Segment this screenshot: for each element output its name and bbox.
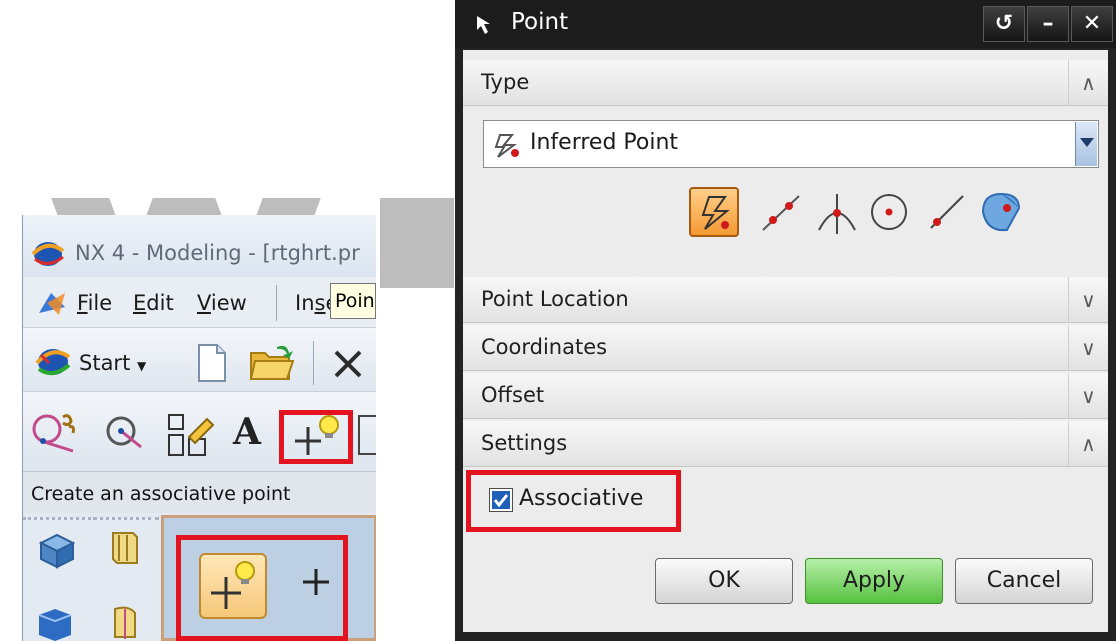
menu-separator (276, 285, 277, 321)
minimize-button[interactable]: – (1027, 6, 1069, 42)
section-offset-label: Offset (481, 383, 545, 407)
menu-view[interactable]: View (197, 291, 247, 315)
end-point-icon[interactable] (923, 190, 967, 234)
chevron-up-icon[interactable]: ∧ (1068, 421, 1108, 467)
nx-logo-icon (31, 242, 65, 266)
dropdown-arrow-icon[interactable] (1075, 122, 1097, 166)
revolve-icon[interactable] (105, 603, 145, 641)
ok-button[interactable]: OK (655, 558, 793, 604)
dialog-title: Point (511, 9, 569, 35)
status-text: Create an associative point (31, 483, 291, 505)
toolbar-separator (313, 341, 314, 385)
extrude-icon[interactable] (105, 527, 145, 569)
arc-center-icon[interactable] (867, 190, 911, 234)
resource-grip-2 (93, 517, 159, 520)
point-dialog: Point ↺ – ✕ Type ∧ Inferred Point Point … (455, 0, 1116, 641)
resource-grip (23, 517, 91, 520)
menu-edit[interactable]: Edit (133, 291, 174, 315)
highlight-point-tool (176, 535, 348, 641)
chevron-down-icon[interactable]: ∨ (1068, 277, 1108, 323)
type-dropdown[interactable]: Inferred Point (483, 120, 1099, 168)
section-settings-label: Settings (481, 431, 568, 455)
highlight-associative (466, 470, 681, 532)
nx-title: NX 4 - Modeling - [rtghrt.pr (75, 241, 360, 265)
section-type-label: Type (481, 70, 530, 94)
chevron-down-icon[interactable]: ∨ (1068, 325, 1108, 371)
inferred-point-option[interactable] (689, 187, 739, 237)
reset-button[interactable]: ↺ (983, 6, 1025, 42)
new-file-icon[interactable] (195, 343, 229, 383)
menu-logo-icon (39, 293, 65, 315)
circle-constraint-icon[interactable] (29, 411, 85, 461)
cancel-button[interactable]: Cancel (955, 558, 1093, 604)
text-icon[interactable]: A (233, 411, 261, 453)
rectangle-icon[interactable] (358, 415, 376, 455)
highlight-point-toolbar (279, 410, 353, 464)
section-type[interactable]: Type ∧ (463, 60, 1108, 106)
section-offset[interactable]: Offset ∨ (463, 373, 1108, 419)
section-point-location-label: Point Location (481, 287, 629, 311)
dialog-body: Type ∧ Inferred Point Point Location ∨ C… (463, 50, 1108, 632)
section-settings[interactable]: Settings ∧ (463, 421, 1108, 467)
chevron-down-icon[interactable]: ∨ (1068, 373, 1108, 419)
sketch-edit-icon[interactable] (167, 413, 215, 461)
point-on-curve-icon[interactable] (759, 190, 803, 234)
arc-icon[interactable] (103, 413, 147, 459)
inferred-point-icon (494, 134, 519, 158)
chevron-up-icon[interactable]: ∧ (1068, 60, 1108, 106)
section-coordinates-label: Coordinates (481, 335, 608, 359)
section-point-location[interactable]: Point Location ∨ (463, 277, 1108, 323)
start-menu-button[interactable]: Start ▼ (79, 351, 146, 375)
open-folder-icon[interactable] (249, 343, 295, 383)
tooltip: Point (330, 283, 376, 319)
dialog-cursor-icon (477, 16, 490, 34)
close-icon[interactable] (333, 349, 363, 379)
type-selected-value: Inferred Point (530, 130, 679, 155)
intersection-point-icon[interactable] (815, 190, 859, 234)
block-icon[interactable] (37, 529, 77, 569)
menu-file[interactable]: File (77, 291, 112, 315)
face-point-icon[interactable] (977, 188, 1025, 236)
feature-icon[interactable] (35, 605, 77, 641)
section-coordinates[interactable]: Coordinates ∨ (463, 325, 1108, 371)
apply-button[interactable]: Apply (805, 558, 943, 604)
start-icon[interactable] (33, 343, 73, 381)
close-button[interactable]: ✕ (1071, 6, 1113, 42)
